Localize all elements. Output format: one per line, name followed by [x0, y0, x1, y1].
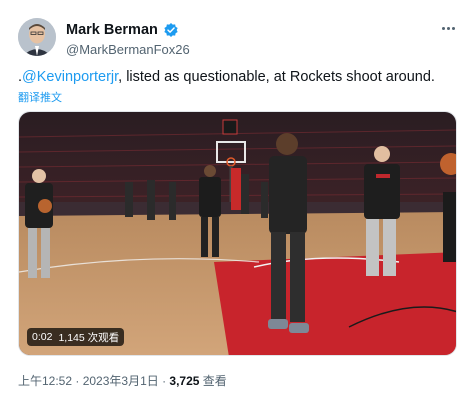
- video-duration: 0:02: [32, 331, 53, 343]
- author-avatar[interactable]: [18, 18, 56, 56]
- author-handle[interactable]: @MarkBermanFox26: [66, 42, 190, 57]
- person-avatar-icon: [18, 18, 56, 56]
- verified-badge-icon: [163, 22, 179, 38]
- video-stats-badge: 0:02 1,145 次观看: [27, 328, 125, 346]
- tweet-view-label: 查看: [199, 374, 227, 388]
- translate-tweet-link[interactable]: 翻译推文: [18, 89, 62, 105]
- tweet-card: Mark Berman @MarkBermanFox26 .@Kevinport…: [0, 0, 474, 404]
- tweet-text: .@Kevinporterjr, listed as questionable,…: [18, 68, 458, 87]
- more-options-icon[interactable]: [436, 18, 460, 38]
- author-name[interactable]: Mark Berman: [66, 22, 158, 38]
- tweet-text-body: , listed as questionable, at Rockets sho…: [118, 69, 435, 85]
- tweet-view-count: 3,725: [169, 374, 200, 388]
- mention-link[interactable]: @Kevinporterjr: [22, 69, 118, 85]
- video-player[interactable]: 0:02 1,145 次观看: [18, 111, 457, 356]
- author-name-row: Mark Berman: [66, 22, 190, 38]
- video-views: 1,145 次观看: [58, 331, 120, 344]
- tweet-timestamp[interactable]: 上午12:52 · 2023年3月1日 ·: [18, 374, 169, 388]
- author-block: Mark Berman @MarkBermanFox26: [66, 22, 190, 57]
- tweet-meta: 上午12:52 · 2023年3月1日 · 3,725 查看: [18, 372, 227, 389]
- arena-scene-image: [19, 112, 456, 355]
